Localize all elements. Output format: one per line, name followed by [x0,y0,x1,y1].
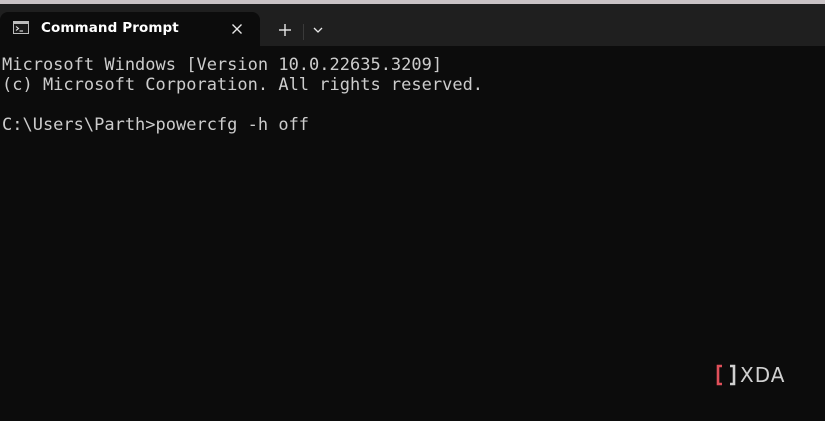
close-icon [232,24,242,34]
tab-separator [303,24,304,40]
tab-strip: Command Prompt [0,4,825,46]
plus-icon [279,24,291,36]
tab-title: Command Prompt [41,20,179,36]
watermark-text: XDA [740,363,786,387]
terminal-output[interactable]: Microsoft Windows [Version 10.0.22635.32… [0,46,825,421]
profile-dropdown-button[interactable] [306,16,330,44]
tab-close-button[interactable] [226,18,248,40]
command-prompt-icon [13,21,29,34]
tab-command-prompt[interactable]: Command Prompt [0,12,260,46]
xda-logo-icon [716,364,736,386]
new-tab-button[interactable] [270,16,300,44]
chevron-down-icon [313,27,323,33]
terminal-line: (c) Microsoft Corporation. All rights re… [2,75,484,95]
terminal-line: Microsoft Windows [Version 10.0.22635.32… [2,55,443,75]
terminal-prompt-line: C:\Users\Parth>powercfg -h off [2,115,310,135]
xda-watermark: XDA [716,362,785,388]
